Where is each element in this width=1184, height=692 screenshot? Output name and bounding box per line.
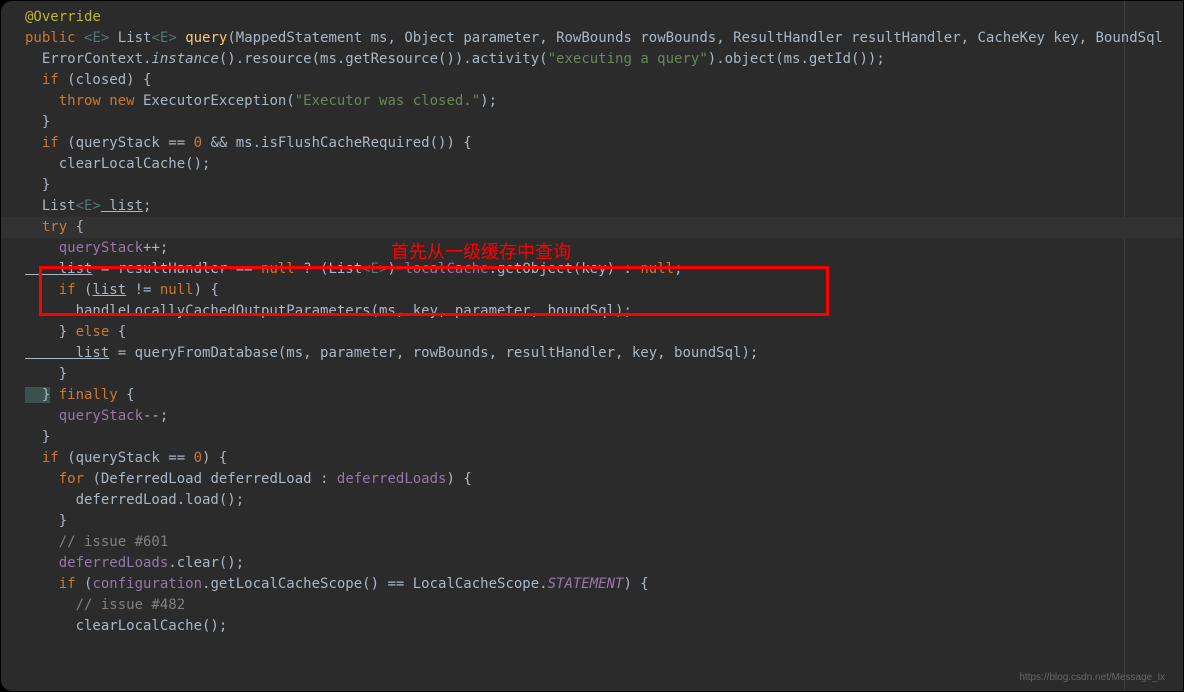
code-line-current: try { — [1, 217, 1183, 238]
code-line: if (configuration.getLocalCacheScope() =… — [25, 574, 1183, 595]
code-line: ErrorContext.instance().resource(ms.getR… — [25, 49, 1183, 70]
code-line: queryStack++; — [25, 238, 1183, 259]
code-line: } finally { — [25, 385, 1183, 406]
code-line: clearLocalCache(); — [25, 616, 1183, 637]
code-editor[interactable]: @Override public <E> List<E> query(Mappe… — [0, 0, 1184, 692]
code-line: deferredLoads.clear(); — [25, 553, 1183, 574]
code-line: for (DeferredLoad deferredLoad : deferre… — [25, 469, 1183, 490]
code-line: List<E> list; — [25, 196, 1183, 217]
code-line: } — [25, 175, 1183, 196]
code-line: if (closed) { — [25, 70, 1183, 91]
code-line: // issue #482 — [25, 595, 1183, 616]
code-line: public <E> List<E> query(MappedStatement… — [25, 28, 1183, 49]
code-line: @Override — [25, 7, 1183, 28]
code-line: if (queryStack == 0 && ms.isFlushCacheRe… — [25, 133, 1183, 154]
watermark: https://blog.csdn.net/Message_lx — [1019, 667, 1165, 688]
code-line: if (list != null) { — [25, 280, 1183, 301]
code-line: if (queryStack == 0) { — [25, 448, 1183, 469]
annotation-label: 首先从一级缓存中查询 — [391, 242, 571, 263]
code-line: clearLocalCache(); — [25, 154, 1183, 175]
code-line: list = queryFromDatabase(ms, parameter, … — [25, 343, 1183, 364]
code-line: throw new ExecutorException("Executor wa… — [25, 91, 1183, 112]
code-line: queryStack--; — [25, 406, 1183, 427]
code-line: } — [25, 427, 1183, 448]
annotation-override: @Override — [25, 9, 101, 25]
code-line: handleLocallyCachedOutputParameters(ms, … — [25, 301, 1183, 322]
code-line: } — [25, 511, 1183, 532]
code-line: } — [25, 112, 1183, 133]
code-content[interactable]: @Override public <E> List<E> query(Mappe… — [1, 7, 1183, 637]
code-line: list = resultHandler == null ? (List<E>)… — [25, 259, 1183, 280]
code-line: } else { — [25, 322, 1183, 343]
code-line: deferredLoad.load(); — [25, 490, 1183, 511]
code-line: // issue #601 — [25, 532, 1183, 553]
code-line: } — [25, 364, 1183, 385]
